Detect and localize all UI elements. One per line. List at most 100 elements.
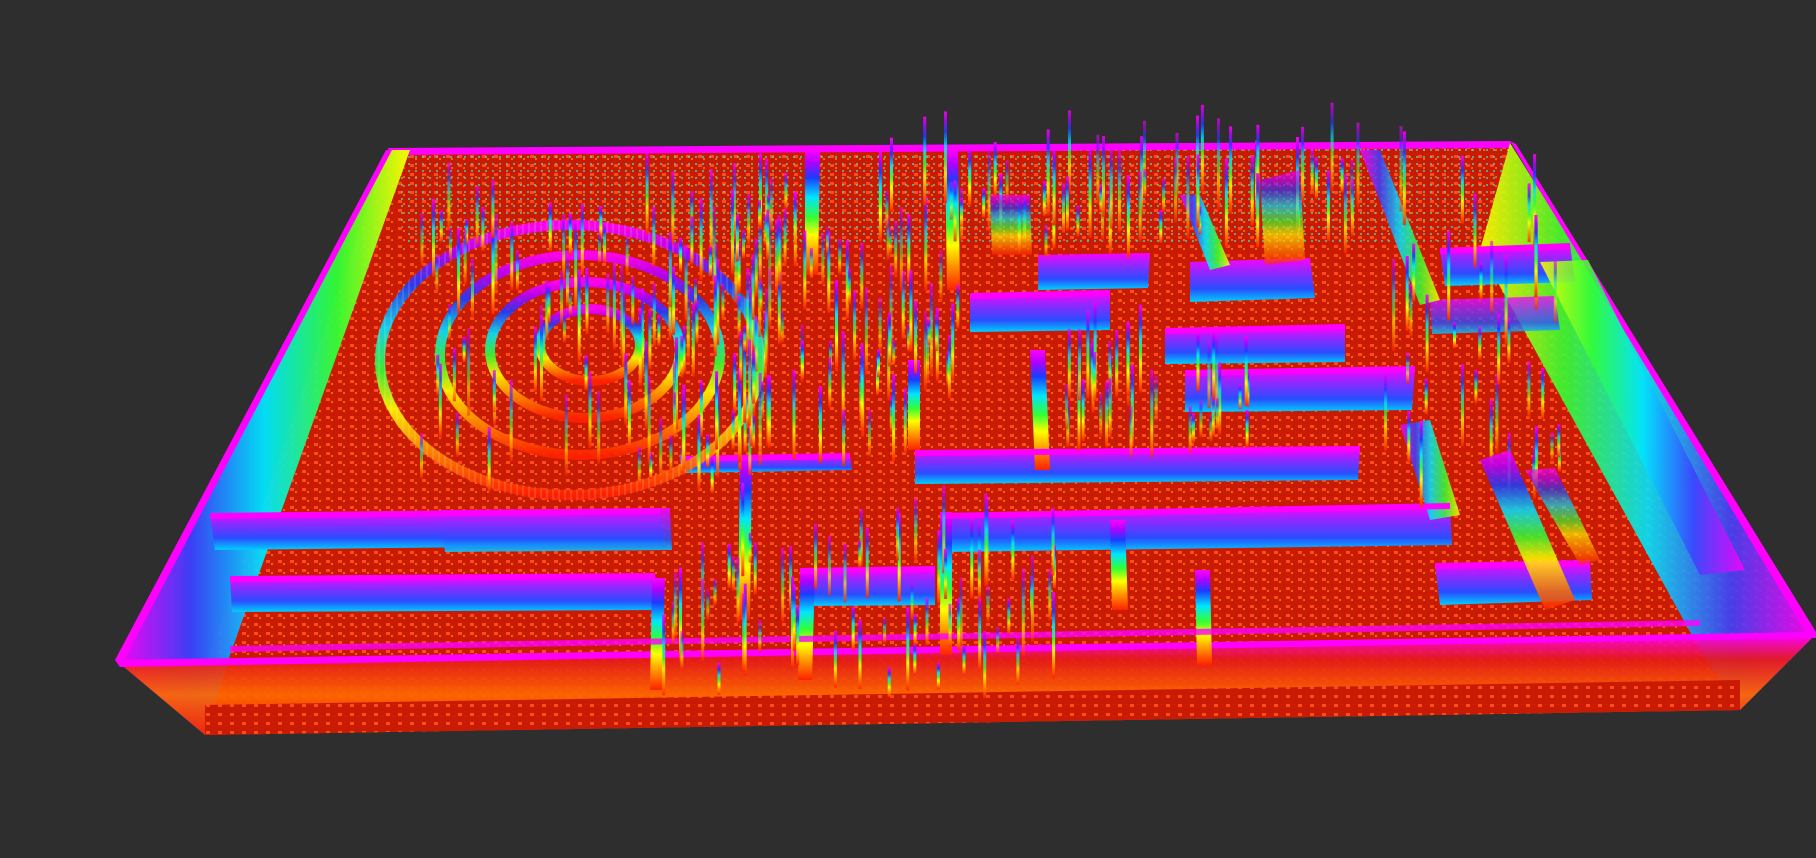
voxel-column [662,614,666,696]
voxel-column [585,271,589,335]
voxel-column [1086,310,1090,399]
voxel-column [769,178,773,232]
voxel-column [1126,321,1130,396]
voxel-column [970,518,974,599]
voxel-column [944,111,947,204]
voxel-column [494,213,498,295]
voxel-column [948,603,952,648]
voxel-column [1507,317,1511,364]
voxel-column [1330,102,1334,192]
voxel-column [1474,369,1478,404]
voxel-column [1250,155,1254,226]
voxel-column [742,593,746,672]
voxel-column [924,196,928,291]
voxel-column [828,357,832,408]
voxel-column [781,547,785,623]
voxel-column [631,276,635,325]
voxel-column [727,543,731,588]
voxel-column [1557,424,1561,458]
voxel-column [993,142,997,197]
voxel-column [455,412,459,457]
voxel-column [818,386,822,463]
voxel-column [894,221,898,277]
voxel-column [1425,294,1429,373]
voxel-column [681,390,685,476]
voxel-column [768,268,772,330]
voxel-column [1340,158,1344,193]
voxel-column [913,643,917,675]
voxel-column [1527,183,1531,242]
voxel-column [878,297,882,354]
voxel-column [568,213,572,255]
voxel-column [1495,373,1499,454]
voxel-column [758,372,762,465]
voxel-column [1407,411,1411,463]
voxel-column [721,284,725,320]
voxel-column [562,214,566,281]
voxel-column [1078,329,1081,401]
voxel-column [420,212,424,266]
voxel-column [923,116,927,206]
voxel-column [457,228,461,314]
voxel-column [697,414,701,490]
voxel-column [766,209,770,260]
voxel-column [978,597,982,671]
voxel-column [701,578,705,662]
voxel-column [1310,149,1314,194]
voxel-column [1541,367,1545,419]
voxel-column [598,233,601,263]
voxel-column [937,530,941,604]
voxel-column [934,314,938,351]
voxel-column [890,137,893,213]
voxel-column [673,392,677,439]
3d-viewport[interactable] [0,0,1816,858]
voxel-column [584,355,588,390]
voxel-column [1174,158,1178,223]
voxel-column [1099,184,1103,213]
voxel-column [1497,313,1501,385]
voxel-column [612,263,616,350]
voxel-column [1139,304,1142,393]
voxel-column [759,280,763,312]
voxel-column [1419,420,1423,508]
voxel-column [748,339,752,426]
voxel-column [847,268,851,305]
voxel-column [606,273,610,334]
voxel-column [796,606,800,666]
voxel-column [471,258,474,318]
voxel-column [1217,118,1220,210]
voxel-column [659,418,663,480]
voxel-column [892,339,896,366]
voxel-column [800,341,804,380]
voxel-column [580,203,584,275]
voxel-column [1479,262,1483,300]
voxel-column [1212,331,1216,400]
voxel-column [1460,155,1464,224]
voxel-column [1188,405,1192,453]
voxel-column [1343,174,1347,254]
voxel-column [1007,598,1011,635]
voxel-column [987,146,991,233]
voxel-column [809,248,813,279]
voxel-column [768,375,771,448]
voxel-column [962,645,966,675]
voxel-column [669,435,673,473]
voxel-column [784,173,788,209]
voxel-column [1021,568,1025,657]
voxel-column [731,410,735,450]
voxel-column [1159,210,1163,243]
voxel-column [1052,148,1056,226]
voxel-column [439,210,443,242]
voxel-column [717,662,721,695]
voxel-column [548,202,552,252]
voxel-column [983,630,987,699]
voxel-column [751,254,755,320]
voxel-column [1384,372,1388,452]
voxel-column [463,229,467,285]
voxel-column [1096,134,1100,205]
voxel-column [1031,555,1034,643]
voxel-column [748,532,752,563]
voxel-column [1406,352,1410,384]
voxel-column [679,238,683,272]
voxel-column [709,168,713,259]
